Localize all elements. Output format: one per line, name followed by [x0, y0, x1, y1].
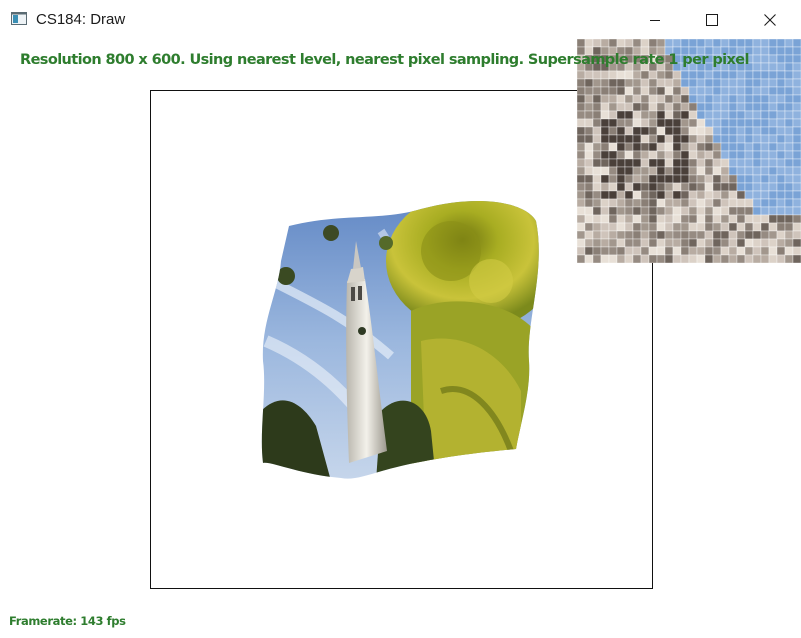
- window-title: CS184: Draw: [36, 11, 126, 28]
- maximize-button[interactable]: [688, 0, 736, 39]
- maximize-icon: [706, 13, 718, 26]
- close-button[interactable]: [746, 0, 794, 39]
- framerate-label: Framerate: 143 fps: [9, 614, 126, 628]
- app-window-icon: [11, 12, 27, 25]
- pixel-zoom-inset: [577, 39, 801, 263]
- minimize-button[interactable]: [631, 0, 679, 39]
- close-icon: [764, 13, 776, 26]
- title-bar: CS184: Draw: [0, 0, 801, 39]
- status-message: Resolution 800 x 600. Using nearest leve…: [20, 52, 749, 68]
- minimize-icon: [650, 19, 660, 21]
